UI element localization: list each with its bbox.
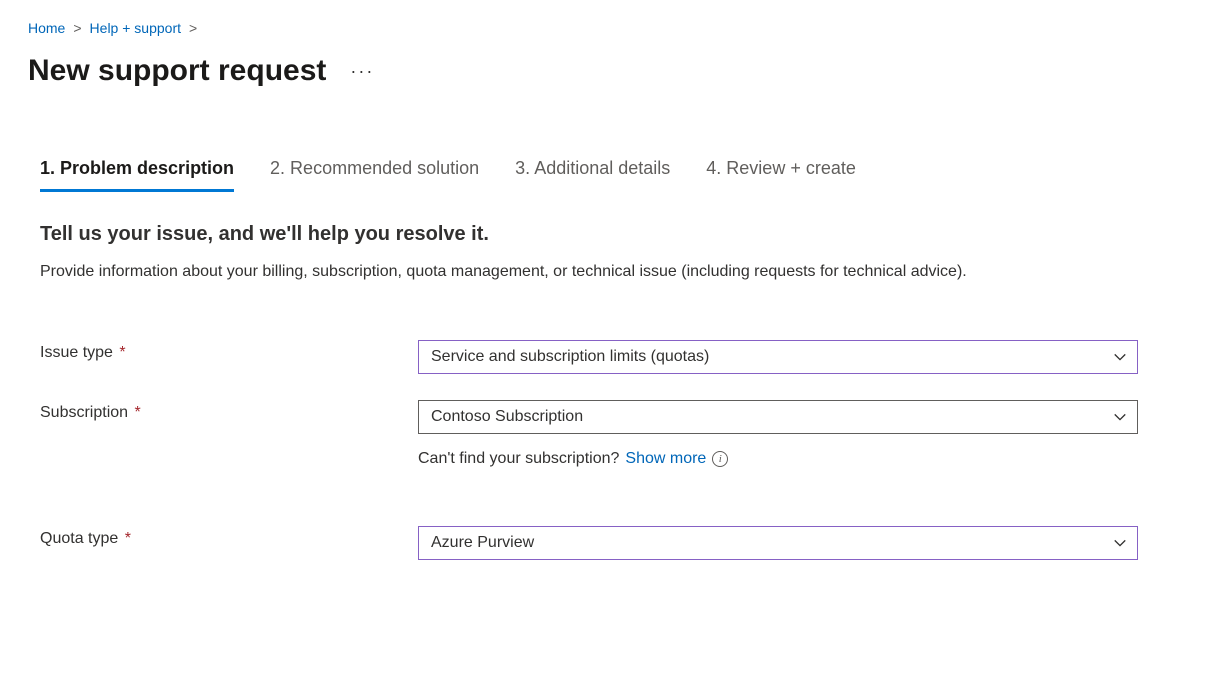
select-value: Contoso Subscription (431, 408, 583, 426)
show-more-link[interactable]: Show more (625, 450, 706, 468)
label-issue-type: Issue type * (40, 340, 418, 362)
subscription-hint: Can't find your subscription? Show more … (418, 450, 1138, 468)
breadcrumb-help-support[interactable]: Help + support (90, 20, 181, 36)
tab-review-create[interactable]: 4. Review + create (706, 158, 856, 192)
chevron-right-icon: > (73, 20, 81, 36)
select-value: Azure Purview (431, 534, 534, 552)
select-quota-type[interactable]: Azure Purview (418, 526, 1138, 560)
row-subscription: Subscription * Contoso Subscription Can'… (40, 400, 1168, 468)
section-heading: Tell us your issue, and we'll help you r… (40, 223, 1168, 246)
label-text: Quota type (40, 530, 118, 547)
select-issue-type[interactable]: Service and subscription limits (quotas) (418, 340, 1138, 374)
tab-recommended-solution[interactable]: 2. Recommended solution (270, 158, 479, 192)
more-actions-button[interactable]: ··· (346, 61, 378, 82)
page-title: New support request (28, 54, 326, 88)
row-issue-type: Issue type * Service and subscription li… (40, 340, 1168, 374)
row-quota-type: Quota type * Azure Purview (40, 526, 1168, 560)
label-quota-type: Quota type * (40, 526, 418, 548)
chevron-down-icon (1113, 410, 1127, 424)
tab-additional-details[interactable]: 3. Additional details (515, 158, 670, 192)
breadcrumb: Home > Help + support > (28, 20, 1192, 36)
label-text: Issue type (40, 344, 113, 361)
required-indicator: * (119, 344, 125, 361)
chevron-down-icon (1113, 350, 1127, 364)
tab-problem-description[interactable]: 1. Problem description (40, 158, 234, 192)
select-subscription[interactable]: Contoso Subscription (418, 400, 1138, 434)
required-indicator: * (125, 530, 131, 547)
tabs: 1. Problem description 2. Recommended so… (28, 158, 1192, 193)
chevron-right-icon: > (189, 20, 197, 36)
select-value: Service and subscription limits (quotas) (431, 348, 709, 366)
hint-text: Can't find your subscription? (418, 450, 619, 468)
label-text: Subscription (40, 404, 128, 421)
form-content: Tell us your issue, and we'll help you r… (28, 223, 1168, 560)
section-description: Provide information about your billing, … (40, 260, 1120, 284)
chevron-down-icon (1113, 536, 1127, 550)
info-icon[interactable]: i (712, 451, 728, 467)
required-indicator: * (135, 404, 141, 421)
label-subscription: Subscription * (40, 400, 418, 422)
title-row: New support request ··· (28, 54, 1192, 88)
breadcrumb-home[interactable]: Home (28, 20, 65, 36)
